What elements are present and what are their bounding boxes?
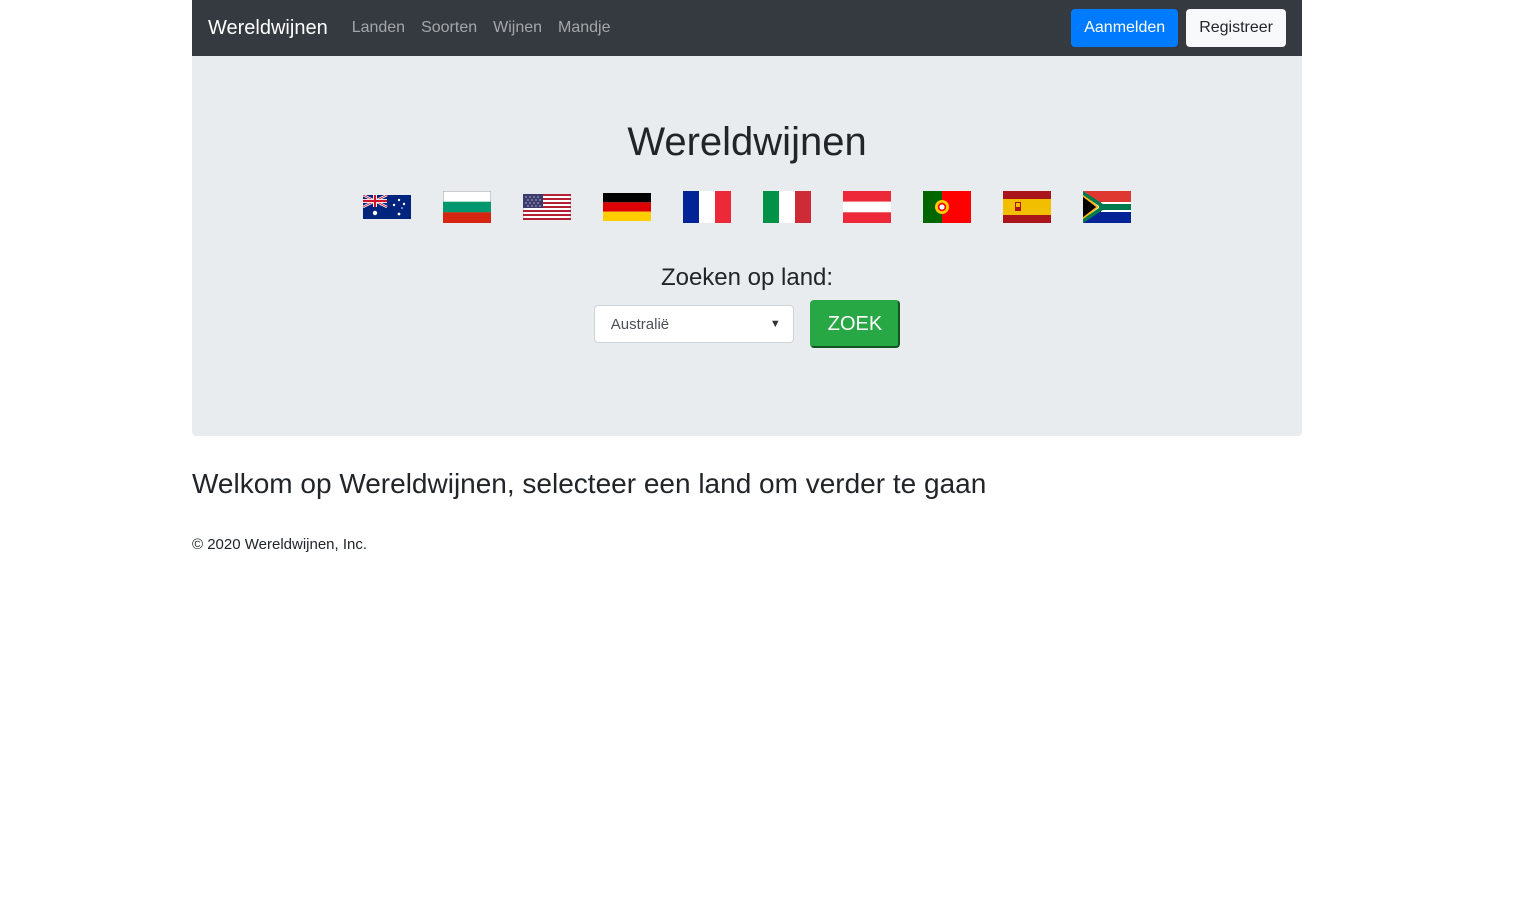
nav-link-landen[interactable]: Landen: [352, 19, 405, 37]
nav-link-wijnen[interactable]: Wijnen: [493, 19, 542, 37]
country-select[interactable]: Australië ▼: [593, 305, 794, 343]
brand-link[interactable]: Wereldwijnen: [208, 17, 328, 40]
login-button[interactable]: Aanmelden: [1071, 9, 1179, 47]
nav-link-mandje[interactable]: Mandje: [558, 19, 610, 37]
search-label: Zoeken op land:: [660, 264, 834, 291]
australia-flag[interactable]: [363, 191, 411, 223]
nav-link-soorten[interactable]: Soorten: [421, 19, 477, 37]
portugal-flag[interactable]: [923, 191, 971, 223]
spain-flag[interactable]: [1003, 191, 1051, 223]
search-row: Australië ▼ ZOEK: [192, 300, 1302, 348]
germany-flag[interactable]: [603, 191, 651, 223]
register-button[interactable]: Registreer: [1186, 9, 1286, 47]
nav-links: Landen Soorten Wijnen Mandje: [352, 19, 611, 37]
italy-flag[interactable]: [763, 191, 811, 223]
search-button[interactable]: ZOEK: [809, 300, 901, 348]
france-flag[interactable]: [683, 191, 731, 223]
bulgaria-flag[interactable]: [443, 191, 491, 223]
chevron-down-icon: ▼: [769, 318, 781, 330]
navbar: Wereldwijnen Landen Soorten Wijnen Mandj…: [192, 0, 1302, 56]
welcome-heading: Welkom op Wereldwijnen, selecteer een la…: [192, 468, 987, 499]
footer-copyright: © 2020 Wereldwijnen, Inc.: [192, 536, 368, 553]
flag-row: [192, 191, 1302, 223]
austria-flag[interactable]: [843, 191, 891, 223]
hero-title: Wereldwijnen: [627, 120, 867, 164]
country-select-value: Australië: [610, 315, 670, 333]
south-africa-flag[interactable]: [1083, 191, 1131, 223]
auth-buttons: Aanmelden Registreer: [1071, 9, 1286, 47]
usa-flag[interactable]: [523, 191, 571, 223]
hero-section: Wereldwijnen Zoeken op land: Australië ▼…: [192, 56, 1302, 436]
